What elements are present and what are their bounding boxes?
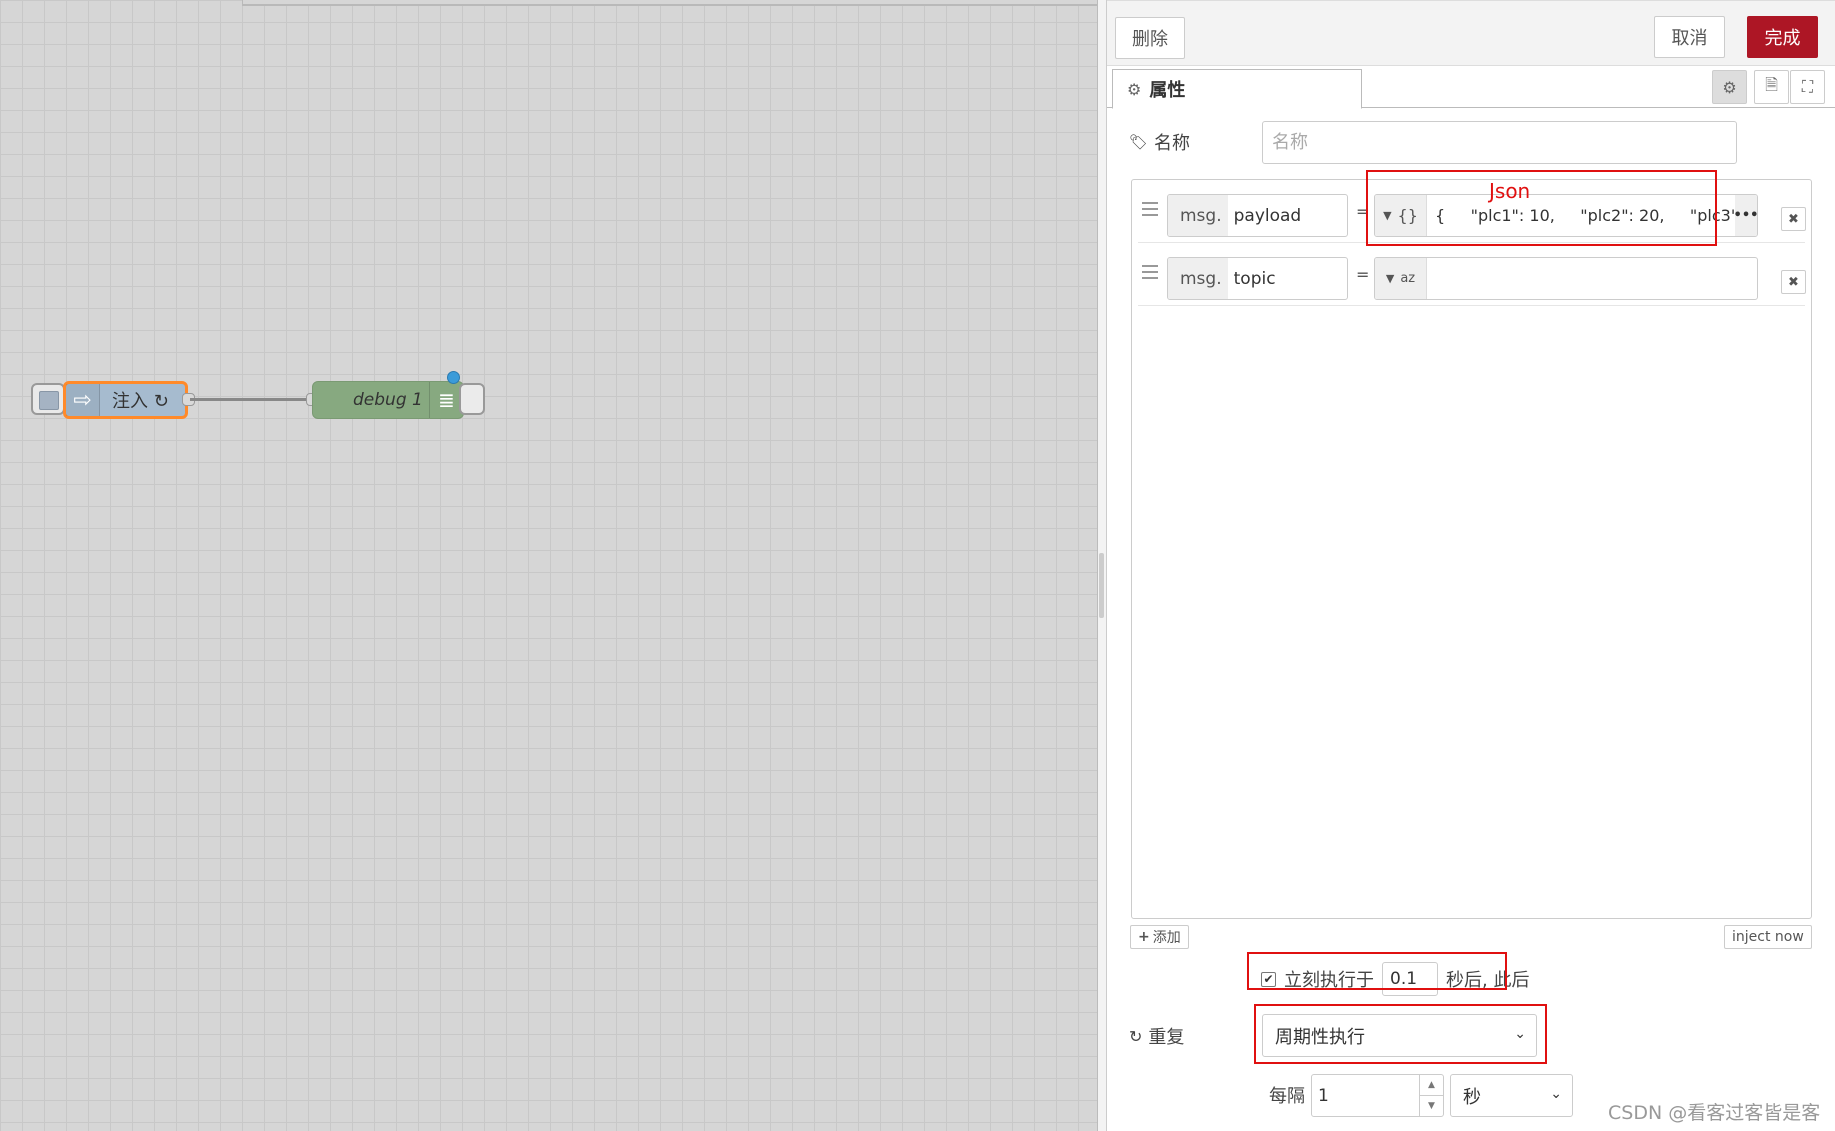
refresh-icon: ↻ xyxy=(1129,1026,1143,1046)
description-tab-icon[interactable]: 🗎 xyxy=(1754,70,1789,104)
tab-properties-label: 属性 xyxy=(1149,80,1186,101)
expand-editor-button[interactable]: ••• xyxy=(1734,195,1757,236)
plus-icon: + xyxy=(1138,929,1150,945)
debug-node[interactable]: debug 1 ≣ xyxy=(312,381,464,419)
done-button[interactable]: 完成 xyxy=(1747,16,1818,58)
drag-handle-icon[interactable] xyxy=(1142,265,1158,279)
repeat-label: ↻ 重复 xyxy=(1129,1026,1185,1049)
spinner-down-icon[interactable]: ▼ xyxy=(1420,1096,1443,1116)
canvas-top-edge xyxy=(242,0,1097,6)
topic-key-input[interactable]: msg. topic xyxy=(1167,257,1348,300)
string-type-select[interactable]: ▼ az xyxy=(1375,258,1427,299)
interval-spinner[interactable]: ▲ ▼ xyxy=(1419,1075,1443,1116)
equals-sign: = xyxy=(1356,265,1370,284)
property-row-topic: msg. topic = ▼ az ✖ xyxy=(1138,243,1806,306)
tab-properties[interactable]: ⚙ 属性 xyxy=(1112,69,1362,109)
flow-canvas[interactable]: ⇨ 注入 ↻ debug 1 ≣ xyxy=(0,0,1097,1131)
appearance-tab-icon[interactable]: ⛶ xyxy=(1790,70,1825,104)
name-input[interactable] xyxy=(1262,121,1737,164)
tray-toolbar: 删除 取消 完成 xyxy=(1107,0,1835,66)
string-type-icon: az xyxy=(1400,271,1416,286)
debug-node-label: debug 1 xyxy=(353,390,423,410)
inject-node[interactable]: ⇨ 注入 ↻ xyxy=(63,381,188,419)
inject-trigger-button[interactable] xyxy=(31,383,65,415)
chevron-down-icon: ⌄ xyxy=(1550,1086,1562,1102)
payload-key-input[interactable]: msg. payload xyxy=(1167,194,1348,237)
splitter-handle[interactable] xyxy=(1099,553,1104,618)
edit-tray: 删除 取消 完成 ⚙ 属性 ⚙ 🗎 ⛶ 🏷 名称 msg. payload = … xyxy=(1107,0,1835,1131)
annotation-repeat-box xyxy=(1254,1004,1547,1064)
arrow-in-icon: ⇨ xyxy=(66,384,100,416)
name-label: 🏷 名称 xyxy=(1129,133,1191,154)
delete-button[interactable]: 删除 xyxy=(1115,17,1185,59)
wire[interactable] xyxy=(190,398,314,401)
annotation-once-box xyxy=(1247,952,1507,990)
remove-payload-button[interactable]: ✖ xyxy=(1781,207,1806,231)
watermark: CSDN @看客过客皆是客 xyxy=(1608,1102,1821,1124)
remove-topic-button[interactable]: ✖ xyxy=(1781,270,1806,294)
debug-list-icon: ≣ xyxy=(429,382,463,418)
caret-down-icon: ▼ xyxy=(1385,272,1395,285)
spinner-up-icon[interactable]: ▲ xyxy=(1420,1075,1443,1096)
inject-now-button[interactable]: inject now xyxy=(1724,925,1812,949)
add-property-button[interactable]: + 添加 xyxy=(1130,925,1189,949)
interval-label: 每隔 xyxy=(1269,1086,1305,1107)
interval-unit-select[interactable]: 秒 ⌄ xyxy=(1450,1074,1573,1117)
topic-value-input[interactable]: ▼ az xyxy=(1374,257,1758,300)
gear-icon: ⚙ xyxy=(1127,79,1142,99)
annotation-json-label: Json xyxy=(1489,179,1531,203)
annotation-json-box xyxy=(1366,170,1717,246)
tag-icon: 🏷 xyxy=(1129,133,1149,151)
tray-tabs: ⚙ 属性 ⚙ 🗎 ⛶ xyxy=(1107,66,1835,109)
interval-input[interactable]: 1 ▲ ▼ xyxy=(1311,1074,1444,1117)
settings-tab-icon[interactable]: ⚙ xyxy=(1712,70,1747,104)
debug-toggle-button[interactable] xyxy=(459,383,485,415)
changed-indicator xyxy=(447,371,460,384)
properties-list: msg. payload = ▼ {} { "plc1": 10, "plc2"… xyxy=(1131,179,1812,919)
inject-node-label: 注入 ↻ xyxy=(112,391,169,412)
drag-handle-icon[interactable] xyxy=(1142,202,1158,216)
cancel-button[interactable]: 取消 xyxy=(1654,16,1725,58)
